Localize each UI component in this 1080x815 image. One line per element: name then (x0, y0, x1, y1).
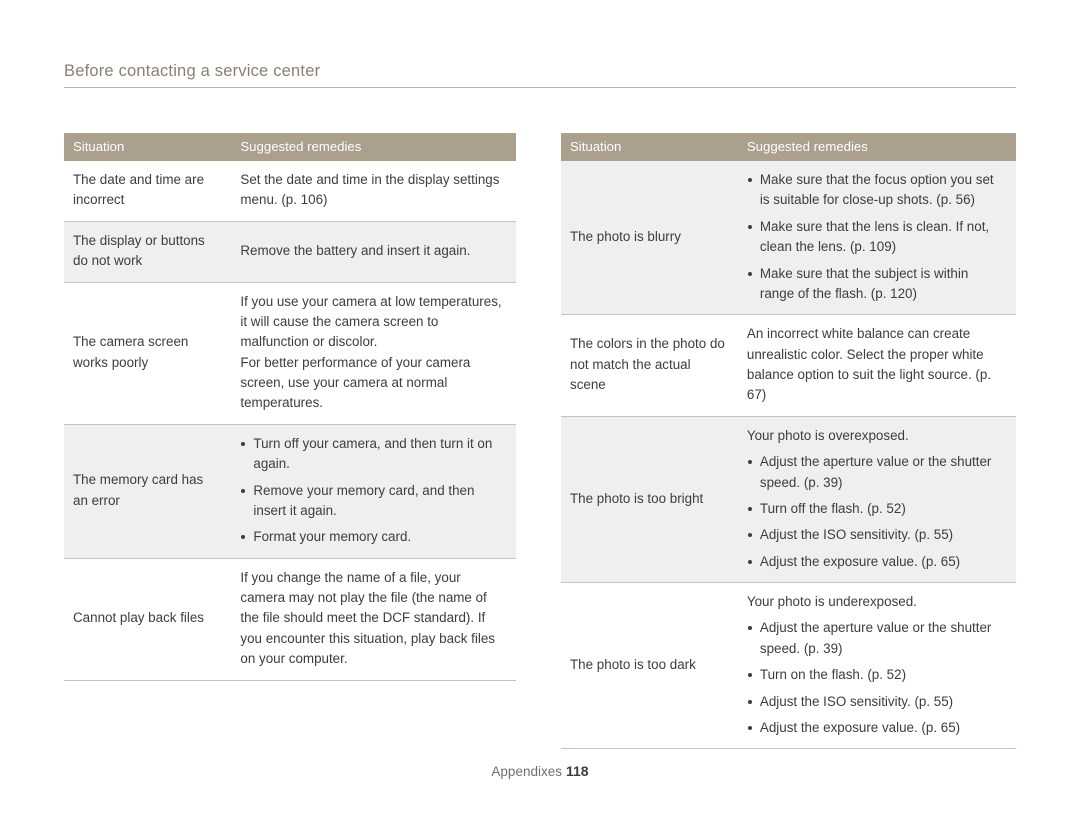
remedy-bullet-list: Make sure that the focus option you set … (747, 170, 1006, 304)
table-row: The colors in the photo do not match the… (561, 314, 1016, 417)
right-table-head: Situation Suggested remedies (561, 133, 1016, 161)
table-row: The date and time are incorrect Set the … (64, 161, 516, 222)
remedy-lead-text: Your photo is overexposed. (746, 427, 909, 443)
column-header-remedies: Suggested remedies (231, 133, 516, 161)
list-item: Adjust the aperture value or the shutter… (747, 452, 1006, 493)
remedy-cell: Your photo is underexposed. Adjust the a… (737, 582, 1016, 750)
situation-cell: The colors in the photo do not match the… (561, 314, 738, 417)
left-troubleshooting-table: Situation Suggested remedies The date an… (64, 133, 516, 681)
column-header-situation: Situation (561, 133, 738, 161)
situation-cell: The photo is too bright (561, 416, 738, 584)
remedy-cell: Your photo is overexposed. Adjust the ap… (737, 416, 1016, 584)
table-row: The photo is blurry Make sure that the f… (561, 161, 1016, 316)
remedy-cell: An incorrect white balance can create un… (737, 314, 1016, 417)
left-table-head: Situation Suggested remedies (64, 133, 516, 161)
list-item: Turn on the flash. (p. 52) (747, 665, 1006, 685)
situation-cell: The display or buttons do not work (64, 221, 232, 283)
left-table-body: The date and time are incorrect Set the … (64, 161, 516, 681)
table-row: The camera screen works poorly If you us… (64, 282, 516, 425)
table-row: Cannot play back files If you change the… (64, 558, 516, 681)
list-item: Adjust the aperture value or the shutter… (747, 618, 1006, 659)
situation-cell: Cannot play back files (64, 558, 232, 681)
list-item: Turn off your camera, and then turn it o… (240, 434, 506, 475)
list-item: Format your memory card. (240, 527, 506, 547)
list-item: Adjust the ISO sensitivity. (p. 55) (747, 525, 1006, 545)
remedy-lead-text: Your photo is underexposed. (746, 594, 917, 609)
situation-cell: The photo is blurry (561, 161, 738, 316)
list-item: Make sure that the focus option you set … (747, 170, 1006, 211)
column-header-remedies: Suggested remedies (737, 133, 1016, 161)
remedy-paragraph: If you use your camera at low temperatur… (240, 293, 502, 350)
table-row: The display or buttons do not work Remov… (64, 221, 516, 283)
table-row: The photo is too bright Your photo is ov… (561, 416, 1016, 584)
situation-cell: The camera screen works poorly (64, 282, 232, 425)
list-item: Adjust the exposure value. (p. 65) (747, 718, 1006, 738)
list-item: Remove your memory card, and then insert… (240, 481, 506, 522)
table-header-row: Situation Suggested remedies (561, 133, 1016, 161)
table-header-row: Situation Suggested remedies (64, 133, 516, 161)
footer-label: Appendixes (491, 764, 562, 779)
page-header: Before contacting a service center (64, 62, 1016, 88)
list-item: Adjust the exposure value. (p. 65) (747, 552, 1006, 572)
page-title: Before contacting a service center (64, 62, 321, 80)
remedy-bullet-list: Adjust the aperture value or the shutter… (747, 452, 1006, 572)
table-row: The photo is too dark Your photo is unde… (561, 582, 1016, 750)
list-item: Turn off the flash. (p. 52) (747, 499, 1006, 519)
remedy-paragraph: For better performance of your camera sc… (240, 354, 471, 411)
situation-cell: The photo is too dark (561, 582, 738, 750)
column-header-situation: Situation (64, 133, 232, 161)
remedy-cell: Turn off your camera, and then turn it o… (231, 424, 516, 559)
list-item: Make sure that the subject is within ran… (747, 264, 1006, 305)
page-number: 118 (565, 763, 589, 779)
right-troubleshooting-table: Situation Suggested remedies The photo i… (561, 133, 1016, 750)
list-item: Adjust the ISO sensitivity. (p. 55) (747, 692, 1006, 712)
remedy-bullet-list: Adjust the aperture value or the shutter… (747, 618, 1006, 738)
situation-cell: The memory card has an error (64, 424, 232, 559)
remedy-cell: Set the date and time in the display set… (231, 161, 516, 222)
header-divider (64, 87, 1016, 88)
remedy-cell: If you use your camera at low temperatur… (231, 282, 516, 425)
list-item: Make sure that the lens is clean. If not… (747, 217, 1006, 258)
remedy-cell: Make sure that the focus option you set … (737, 161, 1016, 316)
right-table-body: The photo is blurry Make sure that the f… (561, 161, 1016, 750)
table-row: The memory card has an error Turn off yo… (64, 424, 516, 559)
remedy-cell: If you change the name of a file, your c… (231, 558, 516, 681)
document-page: Before contacting a service center Situa… (0, 0, 1080, 815)
remedy-bullet-list: Turn off your camera, and then turn it o… (240, 434, 506, 548)
page-footer: Appendixes 118 (0, 763, 1080, 779)
remedy-cell: Remove the battery and insert it again. (231, 221, 516, 283)
situation-cell: The date and time are incorrect (64, 161, 232, 222)
